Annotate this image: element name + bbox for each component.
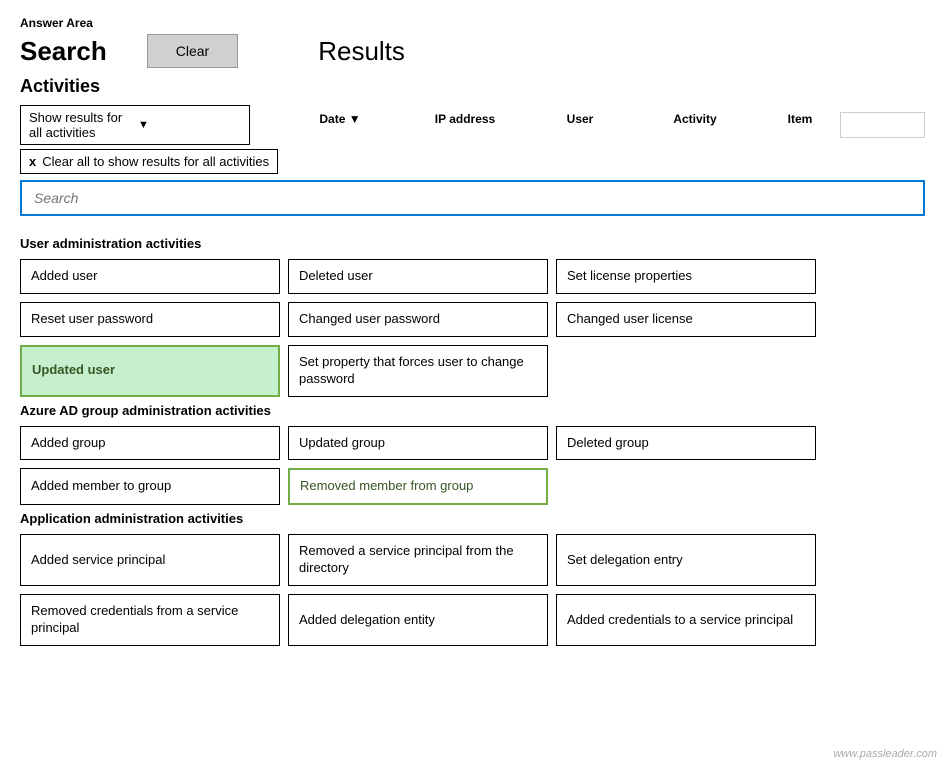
activity-btn-set-license-properties[interactable]: Set license properties — [556, 259, 816, 294]
activity-btn-set-property-change-password[interactable]: Set property that forces user to change … — [288, 345, 548, 397]
chevron-down-icon: ▼ — [138, 119, 241, 131]
activity-btn-removed-member-from-group[interactable]: Removed member from group — [288, 468, 548, 505]
search-input[interactable] — [20, 180, 925, 216]
item-column-header: Item — [760, 112, 840, 138]
activity-btn-added-user[interactable]: Added user — [20, 259, 280, 294]
empty-cell — [556, 468, 816, 505]
activity-btn-deleted-user[interactable]: Deleted user — [288, 259, 548, 294]
activity-btn-added-member-to-group[interactable]: Added member to group — [20, 468, 280, 505]
clear-all-filter[interactable]: x Clear all to show results for all acti… — [20, 149, 278, 174]
section-label-app_admin: Application administration activities — [20, 511, 925, 526]
filter-label: Clear all to show results for all activi… — [42, 154, 269, 169]
user-column-header: User — [530, 112, 630, 138]
ip-address-column-header: IP address — [400, 112, 530, 138]
activities-label: Activities — [20, 76, 925, 97]
section-label-azure_ad_group: Azure AD group administration activities — [20, 403, 925, 418]
activity-btn-updated-group[interactable]: Updated group — [288, 426, 548, 461]
activity-btn-added-service-principal[interactable]: Added service principal — [20, 534, 280, 586]
activity-btn-removed-service-principal[interactable]: Removed a service principal from the dir… — [288, 534, 548, 586]
activity-grid-azure_ad_group: Added groupUpdated groupDeleted group Add… — [20, 426, 925, 506]
section-user_admin: User administration activities Added user… — [20, 236, 925, 397]
date-column-header: Date ▼ — [280, 112, 400, 138]
section-azure_ad_group: Azure AD group administration activities… — [20, 403, 925, 506]
activity-btn-added-delegation-entity[interactable]: Added delegation entity — [288, 594, 548, 646]
selector-label: Show results for all activities — [29, 110, 132, 140]
activity-btn-changed-user-license[interactable]: Changed user license — [556, 302, 816, 337]
answer-area-label: Answer Area — [20, 16, 925, 30]
activity-btn-deleted-group[interactable]: Deleted group — [556, 426, 816, 461]
activity-grid-app_admin: Added service principalRemoved a service… — [20, 534, 925, 646]
activity-column-header: Activity — [630, 112, 760, 138]
results-title: Results — [318, 36, 405, 67]
activity-btn-set-delegation-entry[interactable]: Set delegation entry — [556, 534, 816, 586]
activity-selector[interactable]: Show results for all activities ▼ — [20, 105, 250, 145]
activity-btn-changed-user-password[interactable]: Changed user password — [288, 302, 548, 337]
empty-cell — [556, 345, 816, 397]
activity-btn-added-group[interactable]: Added group — [20, 426, 280, 461]
activity-btn-removed-credentials[interactable]: Removed credentials from a service princ… — [20, 594, 280, 646]
activity-grid-user_admin: Added userDeleted userSet license proper… — [20, 259, 925, 397]
clear-button[interactable]: Clear — [147, 34, 238, 68]
section-app_admin: Application administration activities Add… — [20, 511, 925, 646]
activity-btn-added-credentials-service-principal[interactable]: Added credentials to a service principal — [556, 594, 816, 646]
search-title: Search — [20, 36, 107, 67]
activity-btn-updated-user[interactable]: Updated user — [20, 345, 280, 397]
section-label-user_admin: User administration activities — [20, 236, 925, 251]
watermark: www.passleader.com — [833, 748, 937, 760]
activity-btn-reset-user-password[interactable]: Reset user password — [20, 302, 280, 337]
filter-x-icon: x — [29, 154, 36, 169]
